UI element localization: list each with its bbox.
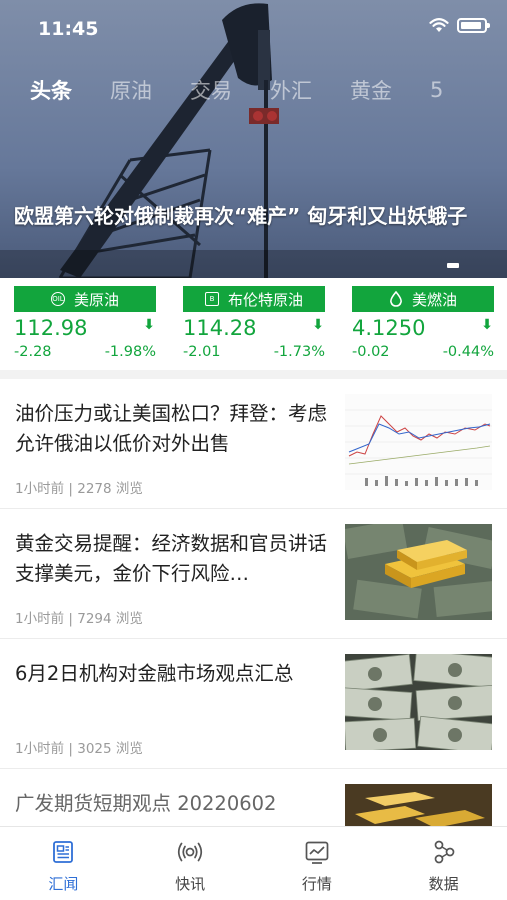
news-meta: 1小时前 | 3025 浏览 bbox=[15, 741, 143, 757]
section-separator bbox=[0, 370, 507, 379]
tabbar-item-market[interactable]: 行情 bbox=[254, 827, 381, 900]
broadcast-icon bbox=[178, 842, 203, 862]
news-views: 7294 浏览 bbox=[77, 611, 143, 627]
quote-price-row: 112.98 ⬇ bbox=[14, 316, 156, 342]
quote-change: -2.01 bbox=[183, 344, 221, 360]
quote-price: 112.98 bbox=[14, 316, 88, 340]
battery-icon bbox=[457, 18, 490, 33]
news-icon bbox=[53, 841, 74, 863]
news-meta: 1小时前 | 7294 浏览 bbox=[15, 611, 143, 627]
tab-headlines[interactable]: 头条 bbox=[30, 75, 72, 105]
tab-gold[interactable]: 黄金 bbox=[350, 75, 392, 105]
brent-badge-icon: B bbox=[204, 292, 219, 306]
news-views: 2278 浏览 bbox=[77, 481, 143, 497]
news-meta: 1小时前 | 2278 浏览 bbox=[15, 481, 143, 497]
news-title: 油价压力或让美国松口？拜登：考虑允许俄油以低价对外出售 bbox=[15, 402, 328, 455]
news-item[interactable]: 6月2日机构对金融市场观点汇总 1小时前 | 3025 浏览 bbox=[0, 639, 507, 769]
quote-price: 4.1250 bbox=[352, 316, 426, 340]
fuel-drop-icon bbox=[390, 291, 402, 307]
down-arrow-icon: ⬇ bbox=[312, 317, 324, 333]
tab-more[interactable]: 5 bbox=[430, 78, 443, 102]
status-time: 11:45 bbox=[38, 18, 99, 40]
wifi-icon bbox=[429, 18, 449, 32]
category-tabs: 头条 原油 交易 外汇 黄金 5 bbox=[0, 70, 507, 110]
bottom-tab-bar: 汇闻 快讯 行情 数据 bbox=[0, 826, 507, 900]
quote-change: -2.28 bbox=[14, 344, 52, 360]
data-icon bbox=[434, 840, 454, 864]
quote-header: 美燃油 bbox=[352, 286, 494, 312]
down-arrow-icon: ⬇ bbox=[481, 317, 493, 333]
tabbar-label: 快讯 bbox=[175, 875, 206, 893]
status-bar: 11:45 bbox=[0, 0, 507, 56]
quote-change-pct: -0.44% bbox=[442, 344, 494, 360]
quote-change-pct: -1.73% bbox=[273, 344, 325, 360]
quote-card-us-crude[interactable]: OIL 美原油 112.98 ⬇ -2.28 -1.98% bbox=[14, 286, 156, 360]
quote-change: -0.02 bbox=[352, 344, 390, 360]
quote-card-brent[interactable]: B 布伦特原油 114.28 ⬇ -2.01 -1.73% bbox=[183, 286, 325, 360]
news-item[interactable]: 油价压力或让美国松口？拜登：考虑允许俄油以低价对外出售 1小时前 | 2278 … bbox=[0, 379, 507, 509]
tabbar-item-data[interactable]: 数据 bbox=[380, 827, 507, 900]
news-time: 1小时前 bbox=[15, 611, 65, 627]
quote-header: B 布伦特原油 bbox=[183, 286, 325, 312]
news-title: 黄金交易提醒：经济数据和官员讲话支撑美元，金价下行风险… bbox=[15, 532, 328, 585]
quote-price-row: 4.1250 ⬇ bbox=[352, 316, 494, 342]
quote-strip: OIL 美原油 112.98 ⬇ -2.28 -1.98% B 布伦特原油 11… bbox=[0, 278, 507, 370]
down-arrow-icon: ⬇ bbox=[143, 317, 155, 333]
tabbar-item-flash[interactable]: 快讯 bbox=[127, 827, 254, 900]
news-thumbnail-gold bbox=[345, 524, 492, 620]
quote-price: 114.28 bbox=[183, 316, 257, 340]
hero-headline[interactable]: 欧盟第六轮对俄制裁再次“难产” 匈牙利又出妖蛾子 bbox=[14, 203, 484, 230]
quote-changes: -2.01 -1.73% bbox=[183, 344, 325, 360]
quote-header: OIL 美原油 bbox=[14, 286, 156, 312]
news-time: 1小时前 bbox=[15, 481, 65, 497]
tab-crude-oil[interactable]: 原油 bbox=[110, 75, 152, 105]
market-icon bbox=[305, 841, 329, 864]
quote-name: 美燃油 bbox=[411, 290, 457, 309]
quote-card-heating-oil[interactable]: 美燃油 4.1250 ⬇ -0.02 -0.44% bbox=[352, 286, 494, 360]
quote-change-pct: -1.98% bbox=[104, 344, 156, 360]
tab-trading[interactable]: 交易 bbox=[190, 75, 232, 105]
news-time: 1小时前 bbox=[15, 741, 65, 757]
hero-banner[interactable]: 11:45 头条 原油 交易 外汇 黄金 5 欧盟第六轮对俄制裁再次“难产” 匈… bbox=[0, 0, 507, 278]
quote-name: 美原油 bbox=[73, 290, 119, 309]
tabbar-label: 汇闻 bbox=[48, 875, 79, 893]
news-thumbnail-dollars bbox=[345, 654, 492, 750]
tabbar-label: 数据 bbox=[428, 875, 459, 893]
quote-price-row: 114.28 ⬇ bbox=[183, 316, 325, 342]
tabbar-item-news[interactable]: 汇闻 bbox=[0, 827, 127, 900]
news-thumbnail-chart bbox=[345, 394, 492, 490]
tabbar-label: 行情 bbox=[301, 875, 332, 893]
tab-forex[interactable]: 外汇 bbox=[270, 75, 312, 105]
news-title: 广发期货短期观点 20220602 bbox=[15, 792, 277, 815]
quote-name: 布伦特原油 bbox=[227, 290, 303, 309]
news-title: 6月2日机构对金融市场观点汇总 bbox=[15, 662, 294, 685]
quote-changes: -2.28 -1.98% bbox=[14, 344, 156, 360]
quote-changes: -0.02 -0.44% bbox=[352, 344, 494, 360]
news-item[interactable]: 黄金交易提醒：经济数据和官员讲话支撑美元，金价下行风险… 1小时前 | 7294… bbox=[0, 509, 507, 639]
status-icons bbox=[429, 18, 490, 33]
news-views: 3025 浏览 bbox=[77, 741, 143, 757]
carousel-indicator bbox=[447, 263, 459, 268]
oil-badge-icon: OIL bbox=[50, 292, 65, 306]
